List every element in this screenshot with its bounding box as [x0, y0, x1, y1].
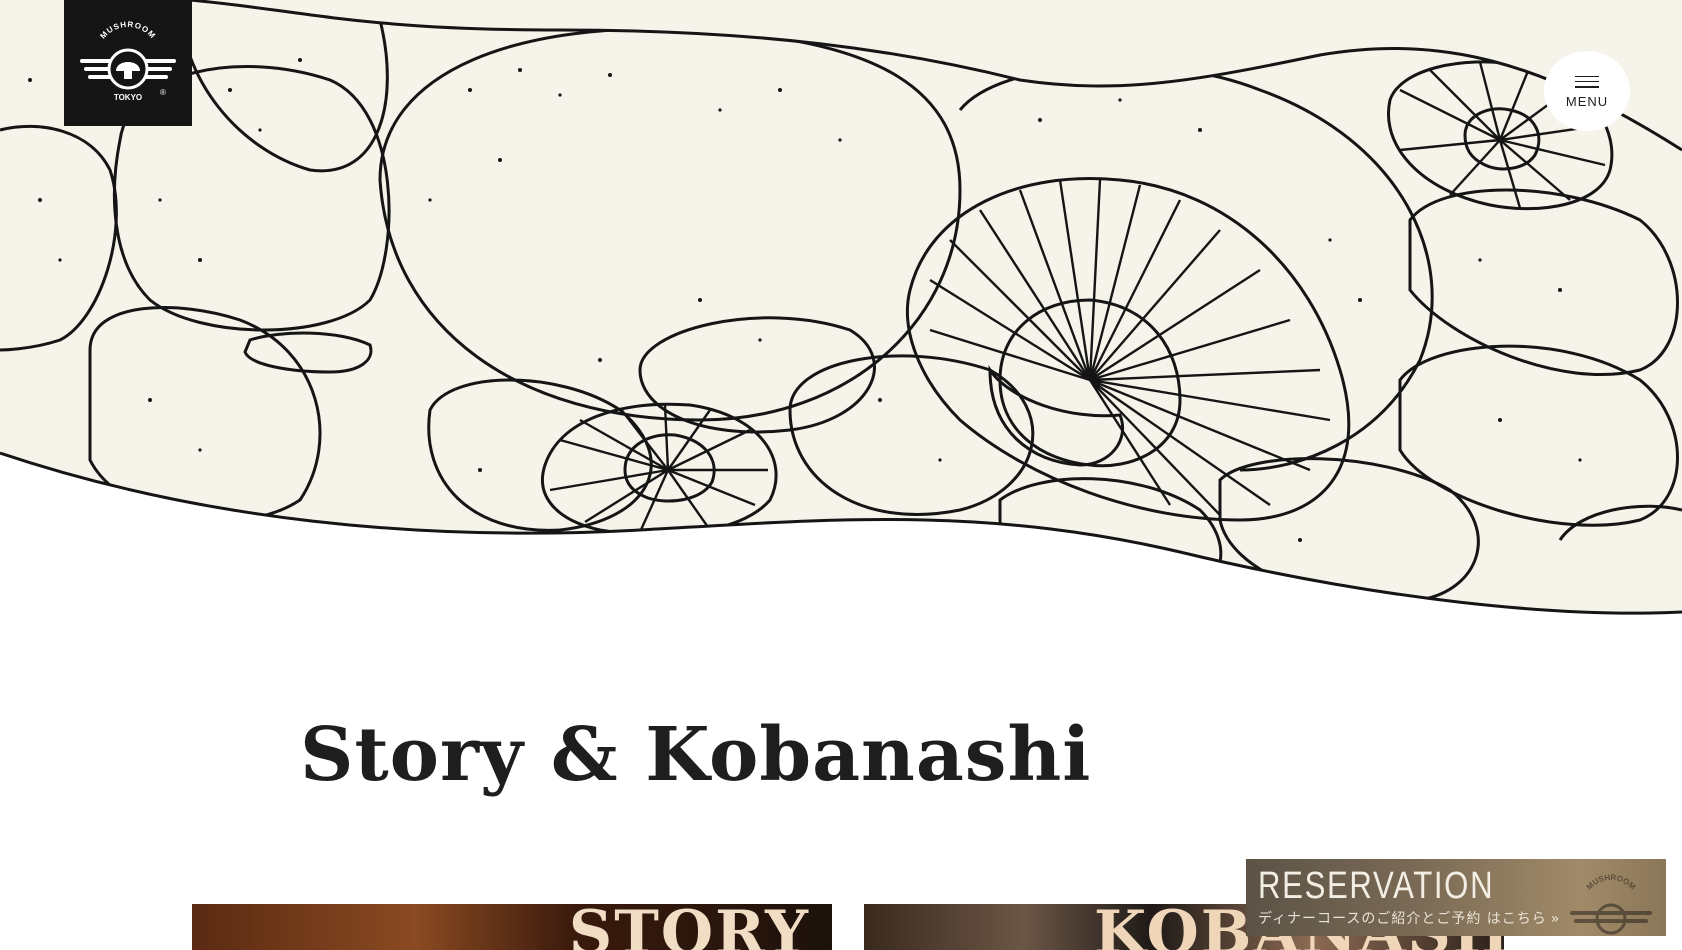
section-title: Story & Kobanashi [300, 712, 1092, 798]
story-card[interactable]: STORY [192, 904, 832, 950]
logo-brand-name: MUSHROOM [98, 21, 156, 41]
reservation-emblem-text: MUSHROOM [1585, 873, 1638, 892]
reservation-banner[interactable]: RESERVATION ディナーコースのご紹介とご予約 はこちら» MUSHRO… [1246, 859, 1666, 936]
logo-city: TOKYO [114, 93, 142, 102]
svg-text:MUSHROOM: MUSHROOM [98, 21, 157, 41]
reservation-emblem-icon: MUSHROOM [1570, 873, 1652, 935]
menu-button-label: MENU [1565, 93, 1609, 109]
reservation-subtitle-text: ディナーコースのご紹介とご予約 はこちら [1258, 911, 1547, 927]
story-card-title: STORY [568, 904, 810, 950]
mushroom-emblem-icon: MUSHROOM TOKYO ® [80, 21, 176, 102]
logo-registered-mark: ® [160, 88, 166, 97]
hero-illustration [0, 0, 1682, 620]
svg-text:MUSHROOM: MUSHROOM [1585, 873, 1638, 892]
menu-button[interactable]: MENU [1544, 51, 1630, 131]
hamburger-icon [1575, 75, 1599, 88]
brand-logo[interactable]: MUSHROOM TOKYO ® [64, 0, 192, 126]
reservation-subtitle: ディナーコースのご紹介とご予約 はこちら» [1258, 908, 1560, 928]
reservation-title: RESERVATION [1258, 865, 1495, 907]
double-chevron-right-icon: » [1550, 911, 1561, 927]
